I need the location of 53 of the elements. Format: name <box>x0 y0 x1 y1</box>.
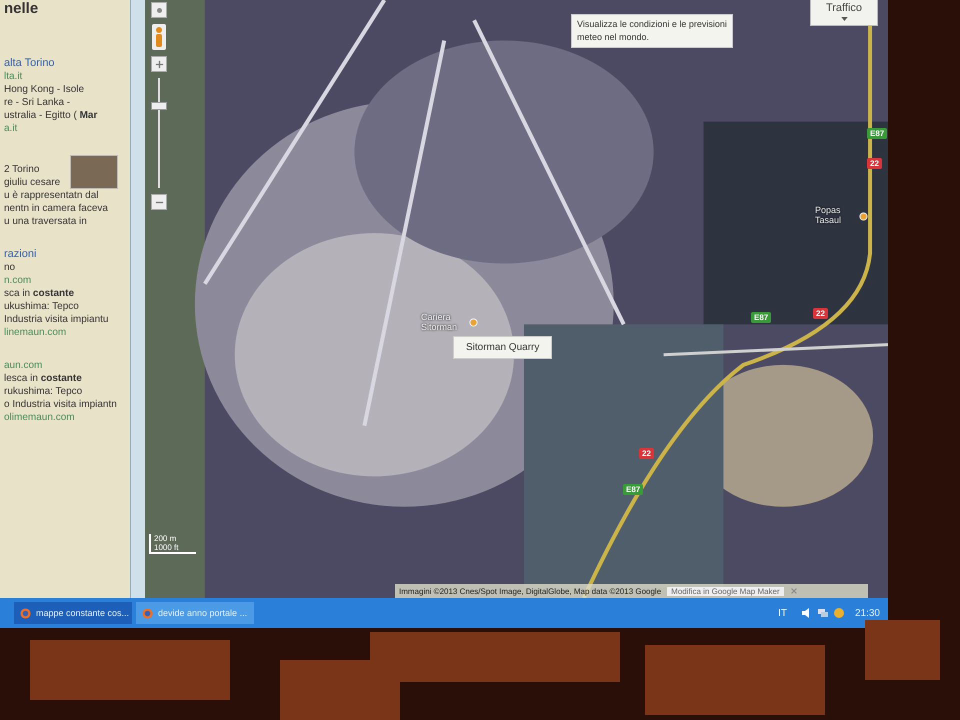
road-shield: 22 <box>639 448 654 459</box>
result-snippet: rukushima: Tepco <box>4 385 84 398</box>
result-snippet: 2 Torino <box>4 163 40 176</box>
result-snippet: sca in costante <box>4 287 76 300</box>
person-icon[interactable] <box>152 24 166 50</box>
pan-button[interactable] <box>151 2 167 18</box>
result-url: olimemaun.com <box>4 411 76 424</box>
result-snippet: Hong Kong - Isole <box>4 83 86 96</box>
result-snippet: u una traversata in <box>4 215 88 228</box>
result-snippet: o Industria visita impiantn <box>4 398 118 411</box>
plus-icon <box>154 60 164 68</box>
clock: 21:30 <box>854 608 880 618</box>
scale-bar: 200 m 1000 ft <box>149 534 196 554</box>
traffic-button[interactable]: Traffico <box>810 0 878 26</box>
result-snippet: ukushima: Tepco <box>4 300 80 313</box>
result-url: aun.com <box>4 359 44 372</box>
road-shield: E87 <box>623 484 644 495</box>
road-shield: 22 <box>867 158 882 169</box>
result-url: n.com <box>4 274 32 287</box>
result-url: a.it <box>4 122 18 135</box>
network-icon[interactable] <box>816 607 829 619</box>
map-attribution: Immagini ©2013 Cnes/Spot Image, DigitalGlobe, Map data ©2013 Google <box>399 586 662 596</box>
result-url: lta.it <box>4 70 24 83</box>
result-snippet: lesca in costante <box>4 372 83 385</box>
result-snippet: giuliu cesare <box>4 176 62 189</box>
result-url: linemaun.com <box>4 326 68 339</box>
road-shield: 22 <box>813 308 828 319</box>
taskbar-button[interactable]: devide anno portale ... <box>136 602 254 624</box>
weather-tooltip: Visualizza le condizioni e le previsioni meteo nel mondo. <box>571 14 733 48</box>
zoom-in-button[interactable] <box>151 56 167 72</box>
language-indicator[interactable]: IT <box>778 608 787 618</box>
road-shield: E87 <box>867 128 888 139</box>
result-snippet: u è rappresentatn dal <box>4 189 100 202</box>
close-icon[interactable] <box>790 587 798 595</box>
result-title-link[interactable]: alta Torino <box>4 57 130 70</box>
result-snippet: re - Sri Lanka - <box>4 96 72 109</box>
caret-icon <box>840 16 848 20</box>
taskbar-button[interactable]: mappe constante cos... <box>14 602 132 624</box>
results-heading: nelle <box>4 0 40 17</box>
browser-icon <box>20 608 31 618</box>
browser-icon <box>142 608 153 618</box>
scrollbar[interactable] <box>130 0 145 598</box>
result-snippet: no <box>4 261 16 274</box>
photo-placeholder[interactable] <box>70 155 118 189</box>
result-snippet: nentn in camera faceva <box>4 202 109 215</box>
result-snippet: ustralia - Egitto ( Mar <box>4 109 98 122</box>
result-title-link[interactable]: razioni <box>4 248 130 261</box>
zoom-out-button[interactable] <box>151 194 167 210</box>
place-label[interactable]: Popas Tasaul <box>815 205 859 225</box>
place-tooltip: Sitorman Quarry <box>453 336 552 359</box>
road-shield: E87 <box>751 312 772 323</box>
map-maker-link[interactable]: Modifica in Google Map Maker <box>667 586 784 596</box>
result-snippet: Industria visita impiantu <box>4 313 110 326</box>
